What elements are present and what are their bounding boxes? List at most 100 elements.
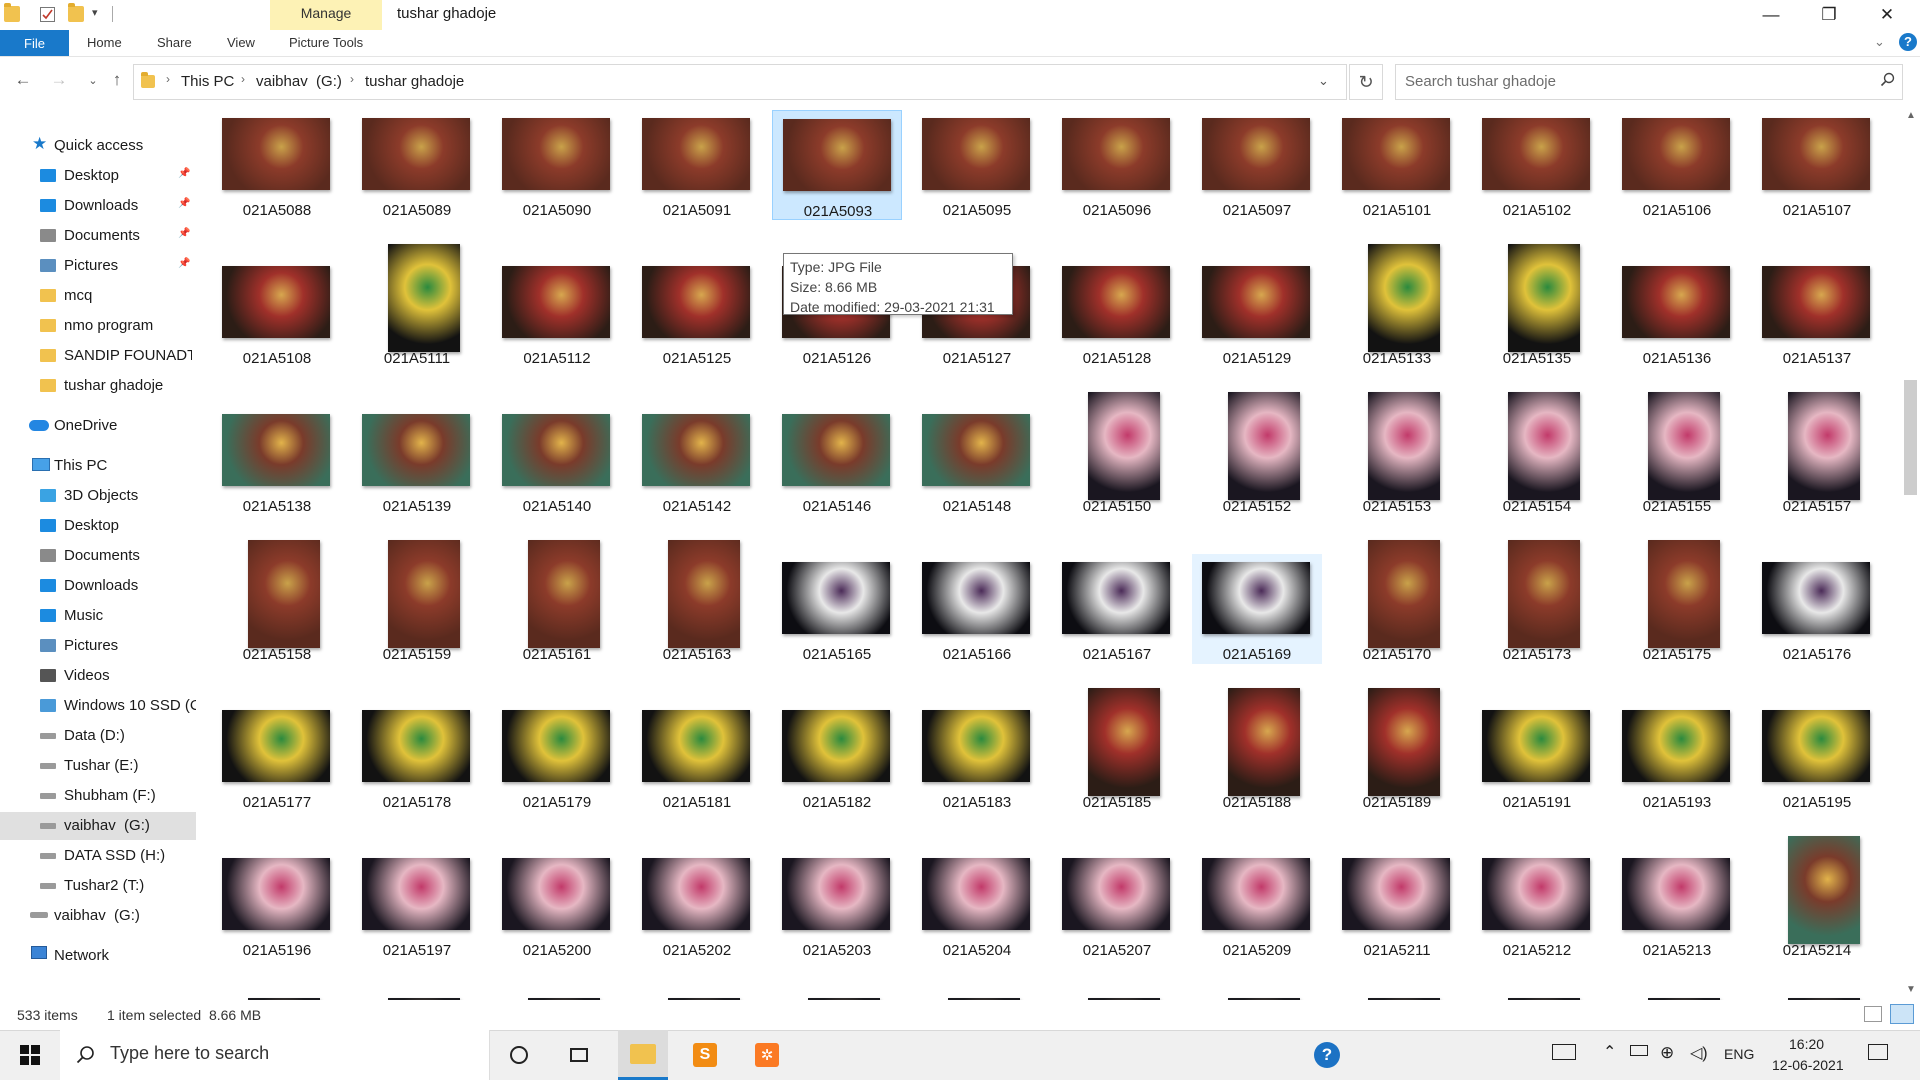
file-name[interactable]: 021A5102 [1472,202,1602,219]
up-arrow-icon[interactable]: ↑ [104,70,130,90]
nav-pc-item[interactable]: vaibhav (G:) [0,812,196,840]
photo-thumbnail[interactable] [668,540,740,648]
file-name[interactable]: 021A5169 [1192,646,1322,663]
file-tile[interactable]: 021A5166 [912,554,1042,664]
file-tile[interactable]: 021A5136 [1612,258,1742,368]
tab-share[interactable]: Share [157,35,192,50]
file-name[interactable]: 021A5108 [212,350,342,367]
nav-pc-item[interactable]: Windows 10 SSD (C [0,692,196,720]
photo-thumbnail[interactable] [1202,858,1310,930]
file-tile[interactable]: 021A5183 [912,702,1042,812]
chevron-right-icon[interactable]: › [350,72,354,86]
file-tile[interactable]: 021A5139 [352,406,482,516]
nav-this-pc[interactable]: This PC [0,452,196,480]
file-tile[interactable]: 021A5191 [1472,702,1602,812]
file-name[interactable]: 021A5204 [912,942,1042,959]
photo-thumbnail[interactable] [362,118,470,190]
nav-network[interactable]: Network [0,942,196,970]
customize-toolbar-icon[interactable]: ▾ [92,6,98,19]
photo-thumbnail[interactable] [1622,858,1730,930]
photo-thumbnail[interactable] [783,119,891,191]
file-tile[interactable]: 021A5158 [212,540,342,664]
file-tile[interactable]: 021A5214 [1752,836,1882,960]
file-tile[interactable]: 021A5106 [1612,110,1742,220]
file-name[interactable]: 021A5140 [492,498,622,515]
file-name[interactable]: 021A5152 [1192,498,1322,515]
file-name[interactable]: 021A5196 [212,942,342,959]
taskbar-search-input[interactable]: Type here to search [110,1043,269,1064]
photo-thumbnail[interactable] [222,118,330,190]
file-name[interactable]: 021A5142 [632,498,762,515]
photo-thumbnail[interactable] [642,414,750,486]
file-name[interactable]: 021A5157 [1752,498,1882,515]
start-button[interactable] [0,1030,60,1080]
photo-thumbnail[interactable] [1088,392,1160,500]
file-tile[interactable]: 021A5169 [1192,554,1322,664]
nav-pc-item[interactable]: Videos [0,662,196,690]
photo-thumbnail[interactable] [1622,266,1730,338]
file-explorer-taskbar-icon[interactable] [618,1030,668,1080]
battery-icon[interactable] [1630,1045,1648,1056]
file-name[interactable]: 021A5179 [492,794,622,811]
file-name[interactable]: 021A5155 [1612,498,1742,515]
file-tile[interactable]: 021A5200 [492,850,622,960]
maximize-button[interactable]: ❐ [1800,0,1858,30]
file-tab[interactable]: File [0,30,69,56]
file-tile[interactable]: 021A5101 [1332,110,1462,220]
photo-thumbnail[interactable] [922,562,1030,634]
file-name[interactable]: 021A5177 [212,794,342,811]
file-name[interactable]: 021A5159 [352,646,482,663]
file-tile[interactable]: 021A5161 [492,540,622,664]
file-tile[interactable]: 021A5209 [1192,850,1322,960]
file-tile[interactable]: 021A5096 [1052,110,1182,220]
file-tile[interactable]: 021A5135 [1472,244,1602,368]
refresh-button[interactable]: ↻ [1349,64,1383,100]
language-indicator[interactable]: ENG [1724,1046,1754,1062]
file-name[interactable]: 021A5203 [772,942,902,959]
forward-arrow-icon[interactable]: → [46,70,72,90]
file-name[interactable]: 021A5137 [1752,350,1882,367]
nav-onedrive[interactable]: OneDrive [0,412,196,440]
file-name[interactable]: 021A5163 [632,646,762,663]
photo-thumbnail[interactable] [1788,836,1860,944]
photo-thumbnail[interactable] [528,540,600,648]
pin-icon[interactable]: 📌 [178,198,190,209]
file-name[interactable]: 021A5212 [1472,942,1602,959]
photo-thumbnail[interactable] [1202,562,1310,634]
file-name[interactable]: 021A5096 [1052,202,1182,219]
file-tile[interactable]: 021A5163 [632,540,762,664]
photo-thumbnail[interactable] [922,710,1030,782]
photo-thumbnail[interactable] [1368,688,1440,796]
file-tile[interactable]: 021A5088 [212,110,342,220]
nav-pc-item[interactable]: DATA SSD (H:) [0,842,196,870]
photo-thumbnail[interactable] [1622,118,1730,190]
file-name[interactable]: 021A5166 [912,646,1042,663]
file-name[interactable]: 021A5148 [912,498,1042,515]
file-name[interactable]: 021A5125 [632,350,762,367]
scrollbar-thumb[interactable] [1904,380,1917,495]
photo-thumbnail[interactable] [1342,118,1450,190]
file-name[interactable]: 021A5195 [1752,794,1882,811]
file-name[interactable]: 021A5106 [1612,202,1742,219]
file-name[interactable]: 021A5139 [352,498,482,515]
file-tile[interactable]: 021A5178 [352,702,482,812]
photo-thumbnail[interactable] [388,244,460,352]
nav-pc-item[interactable]: Tushar (E:) [0,752,196,780]
nav-quick-item[interactable]: Pictures 📌 [0,252,196,280]
file-tile[interactable]: 021A5196 [212,850,342,960]
photo-thumbnail[interactable] [1508,392,1580,500]
xampp-taskbar-icon[interactable]: ✲ [742,1030,792,1080]
file-name[interactable]: 021A5200 [492,942,622,959]
photo-thumbnail[interactable] [1648,392,1720,500]
file-name[interactable]: 021A5181 [632,794,762,811]
file-name[interactable]: 021A5111 [352,350,482,367]
file-tile[interactable]: 021A5170 [1332,540,1462,664]
photo-thumbnail[interactable] [502,858,610,930]
file-tile[interactable]: 021A5138 [212,406,342,516]
photo-thumbnail[interactable] [502,710,610,782]
file-name[interactable]: 021A5213 [1612,942,1742,959]
file-name[interactable]: 021A5158 [212,646,342,663]
photo-thumbnail[interactable] [1202,266,1310,338]
minimize-button[interactable]: — [1742,0,1800,30]
file-tile[interactable]: 021A5155 [1612,392,1742,516]
